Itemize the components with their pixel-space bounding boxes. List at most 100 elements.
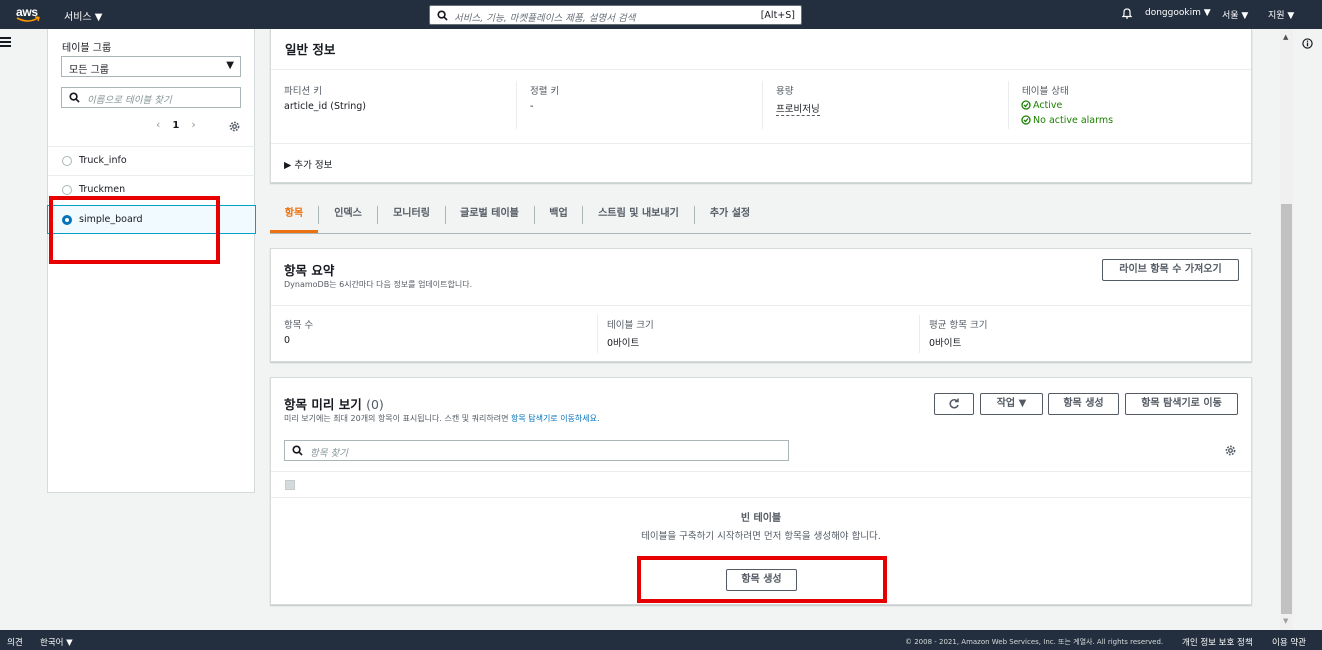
table-search-input[interactable]: 이름으로 테이블 찾기	[61, 87, 241, 108]
item-count-label: 항목 수	[284, 320, 314, 331]
capacity-value[interactable]: 프로비저닝	[776, 101, 820, 116]
item-search-placeholder: 항목 찾기	[310, 448, 348, 459]
item-summary-subtitle: DynamoDB는 6시간마다 다음 정보를 업데이트합니다.	[284, 280, 473, 289]
actions-button[interactable]: 작업 ▼	[980, 393, 1043, 415]
tab-additional-settings[interactable]: 추가 설정	[695, 199, 765, 233]
notifications-bell-icon[interactable]	[1121, 7, 1133, 20]
global-search-input[interactable]: 서비스, 기능, 마켓플레이스 제품, 설명서 검색 [Alt+S]	[429, 5, 802, 25]
tab-items[interactable]: 항목	[270, 199, 318, 233]
check-circle-icon	[1021, 115, 1031, 125]
status-active-text: Active	[1033, 100, 1063, 111]
highlight-box-selected-table	[49, 196, 220, 264]
table-size-label: 테이블 크기	[607, 320, 654, 331]
language-selector[interactable]: 한국어 ▼	[40, 636, 73, 648]
global-search-placeholder: 서비스, 기능, 마켓플레이스 제품, 설명서 검색	[454, 13, 636, 24]
footer: 의견 한국어 ▼ © 2008 - 2021, Amazon Web Servi…	[0, 630, 1322, 650]
copyright-text: © 2008 - 2021, Amazon Web Services, Inc.…	[905, 638, 1164, 646]
search-icon	[437, 10, 448, 21]
services-menu[interactable]: 서비스 ▼	[64, 8, 102, 23]
go-to-item-explorer-button[interactable]: 항목 탐색기로 이동	[1125, 393, 1238, 415]
check-circle-icon	[1021, 100, 1031, 110]
chevron-left-icon[interactable]: ‹	[156, 118, 160, 131]
table-group-value: 모든 그룹	[69, 65, 109, 76]
status-active: Active	[1021, 100, 1062, 111]
region-menu[interactable]: 서울 ▼	[1222, 8, 1248, 21]
highlight-box-create-item	[637, 556, 887, 603]
divider	[271, 69, 1251, 70]
table-tabs: 항목 인덱스 모니터링 글로벌 테이블 백업 스트림 및 내보내기 추가 설정	[270, 199, 1251, 234]
capacity-label: 용량	[776, 86, 794, 97]
tab-backups[interactable]: 백업	[535, 199, 582, 233]
divider	[597, 315, 598, 353]
feedback-link[interactable]: 의견	[7, 636, 23, 648]
select-all-checkbox[interactable]	[285, 480, 295, 490]
empty-table-desc: 테이블을 구축하기 시작하려면 먼저 항목을 생성해야 합니다.	[641, 531, 881, 542]
table-size-value: 0바이트	[607, 338, 640, 349]
get-live-item-count-button[interactable]: 라이브 항목 수 가져오기	[1102, 259, 1239, 281]
table-row-truck-info[interactable]: Truck_info	[48, 146, 255, 175]
status-alarms: No active alarms	[1021, 115, 1113, 126]
table-name: Truckmen	[79, 184, 126, 195]
item-summary-title: 항목 요약	[284, 263, 335, 278]
refresh-icon	[949, 398, 959, 409]
tab-streams-exports[interactable]: 스트림 및 내보내기	[583, 199, 694, 233]
search-shortcut: [Alt+S]	[760, 10, 795, 21]
tab-monitoring[interactable]: 모니터링	[378, 199, 445, 233]
aws-smile-icon	[16, 16, 40, 22]
avg-item-size-label: 평균 항목 크기	[929, 320, 988, 331]
scrollbar-thumb[interactable]	[1281, 204, 1292, 614]
item-preview-count: (0)	[366, 397, 384, 412]
empty-table-title: 빈 테이블	[740, 513, 782, 524]
refresh-button[interactable]	[934, 393, 974, 415]
item-preview-title-text: 항목 미리 보기	[284, 397, 362, 412]
aws-logo[interactable]: aws	[16, 5, 42, 23]
menu-icon[interactable]	[0, 37, 12, 49]
divider	[271, 471, 1251, 472]
search-icon	[69, 92, 80, 103]
more-info-toggle[interactable]: ▶ 추가 정보	[284, 157, 332, 171]
scroll-down-icon[interactable]: ▼	[1283, 617, 1288, 625]
current-page[interactable]: 1	[172, 120, 179, 131]
table-search-placeholder: 이름으로 테이블 찾기	[87, 95, 172, 106]
table-group-label: 테이블 그룹	[62, 43, 112, 54]
gear-icon[interactable]	[1224, 444, 1237, 457]
search-icon	[292, 445, 303, 456]
user-menu[interactable]: donggookim ▼	[1145, 8, 1211, 18]
caret-down-icon: ▼	[226, 60, 234, 71]
info-icon[interactable]	[1302, 38, 1313, 49]
general-info-title: 일반 정보	[285, 42, 336, 57]
item-preview-title: 항목 미리 보기 (0)	[284, 394, 384, 413]
divider	[516, 81, 517, 129]
divider	[271, 143, 1251, 144]
create-item-button[interactable]: 항목 생성	[1048, 393, 1119, 415]
item-explorer-link[interactable]: 항목 탐색기로 이동하세요.	[511, 414, 600, 423]
partition-key-label: 파티션 키	[284, 86, 322, 97]
divider	[762, 81, 763, 129]
privacy-policy-link[interactable]: 개인 정보 보호 정책	[1182, 636, 1253, 648]
scroll-up-icon[interactable]: ▲	[1283, 33, 1288, 41]
avg-item-size-value: 0바이트	[929, 338, 962, 349]
general-info-card: 일반 정보 파티션 키 article_id (String) 정렬 키 - 용…	[270, 29, 1252, 183]
chevron-right-icon[interactable]: ›	[191, 118, 195, 131]
divider	[919, 315, 920, 353]
divider	[271, 305, 1251, 306]
gear-icon[interactable]	[228, 120, 241, 133]
item-preview-desc-text: 미리 보기에는 최대 20개의 항목이 표시됩니다. 스캔 및 쿼리하려면	[284, 414, 511, 423]
support-menu[interactable]: 지원 ▼	[1268, 8, 1294, 21]
top-navigation-bar: aws 서비스 ▼ 서비스, 기능, 마켓플레이스 제품, 설명서 검색 [Al…	[0, 0, 1322, 29]
radio-button[interactable]	[62, 156, 72, 166]
terms-link[interactable]: 이용 약관	[1272, 636, 1306, 648]
item-preview-desc: 미리 보기에는 최대 20개의 항목이 표시됩니다. 스캔 및 쿼리하려면 항목…	[284, 413, 600, 424]
sort-key-label: 정렬 키	[530, 86, 560, 97]
radio-button[interactable]	[62, 185, 72, 195]
sort-key-value: -	[530, 101, 534, 112]
item-summary-card: 항목 요약 DynamoDB는 6시간마다 다음 정보를 업데이트합니다. 라이…	[270, 248, 1252, 362]
item-search-input[interactable]: 항목 찾기	[284, 440, 789, 461]
tab-indexes[interactable]: 인덱스	[319, 199, 377, 233]
table-group-select[interactable]: 모든 그룹 ▼	[61, 56, 241, 77]
tab-global-tables[interactable]: 글로벌 테이블	[446, 199, 533, 233]
table-name: Truck_info	[79, 155, 127, 166]
status-alarms-text: No active alarms	[1033, 115, 1114, 126]
divider	[1008, 81, 1009, 129]
item-count-value: 0	[284, 335, 291, 346]
